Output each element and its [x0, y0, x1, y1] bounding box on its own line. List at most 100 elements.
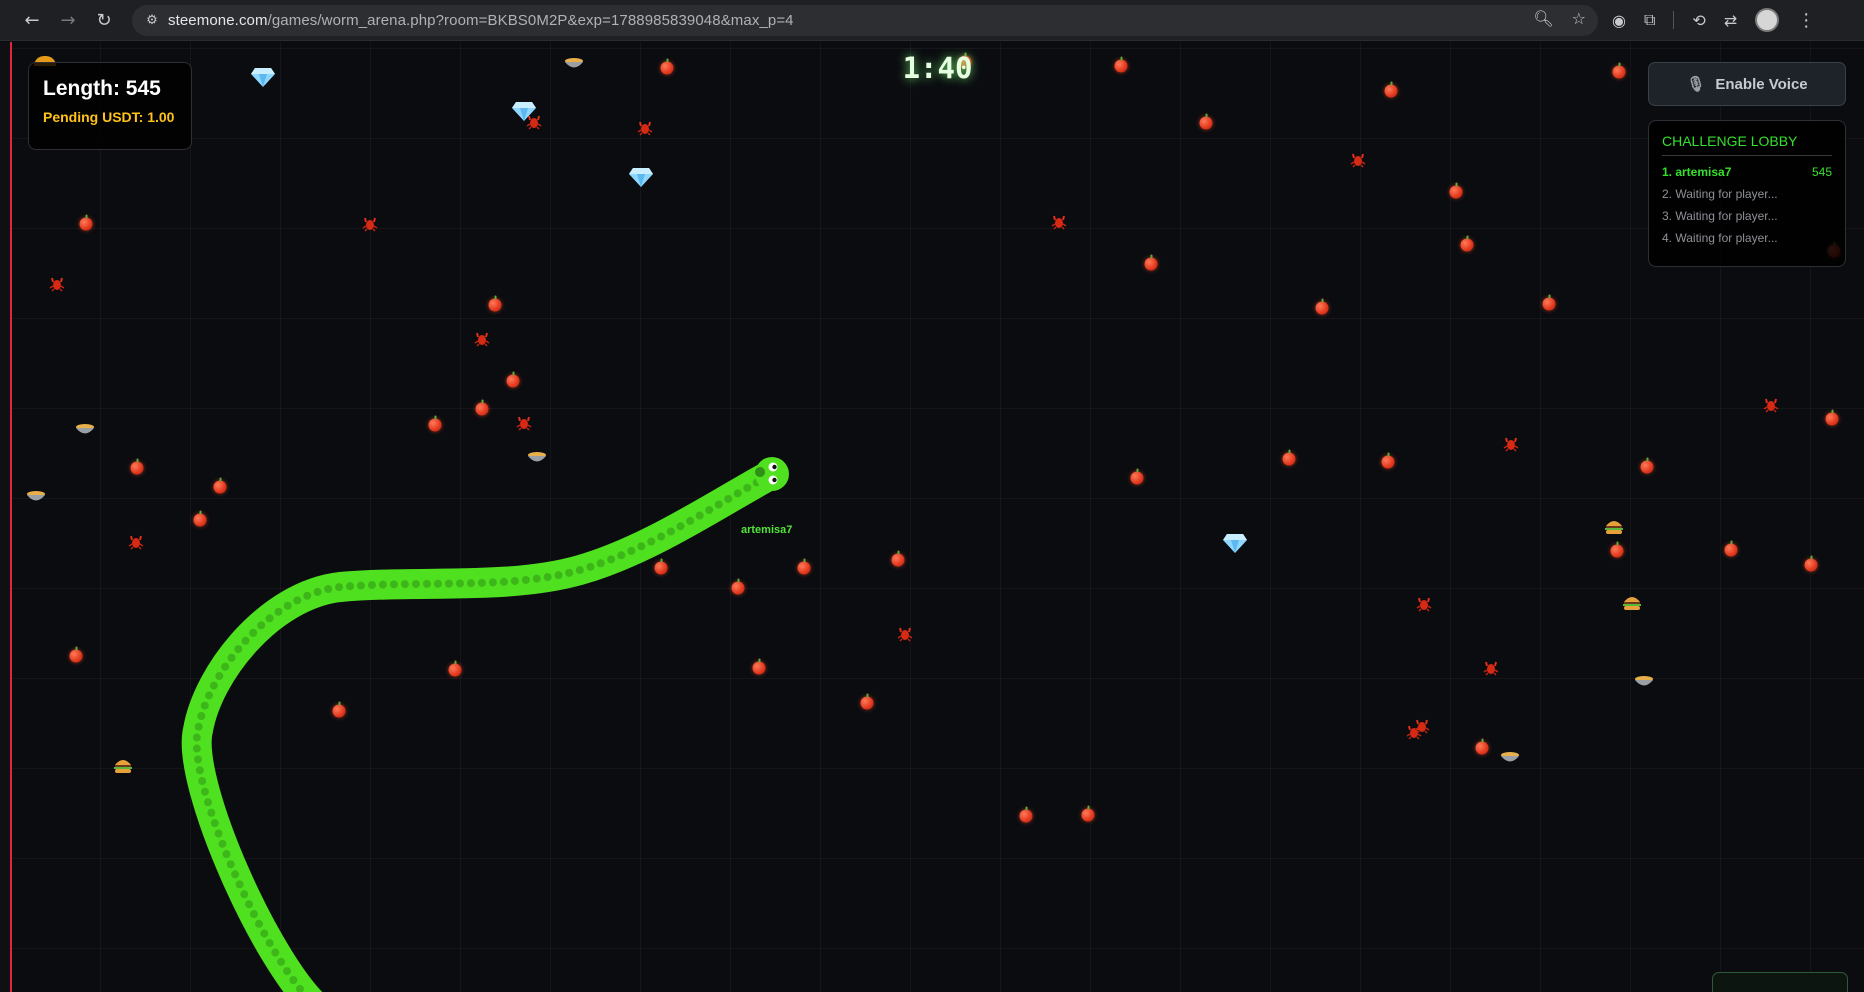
worm-segment	[293, 596, 302, 605]
worm-segment	[197, 712, 206, 721]
worm-segment	[198, 777, 207, 786]
worm-segment	[234, 645, 243, 654]
worm-segment	[676, 522, 685, 531]
enable-voice-label: Enable Voice	[1715, 75, 1808, 93]
worm-segment	[499, 577, 508, 586]
worm-pupil	[772, 464, 777, 470]
worm-segment	[466, 579, 475, 588]
worm-segment	[565, 568, 574, 577]
worm-segment	[255, 919, 264, 928]
worm-segment	[575, 566, 584, 575]
worm-segment	[235, 880, 244, 889]
worm-segment	[488, 578, 497, 587]
worm-segment	[192, 744, 201, 753]
worm-segment	[647, 537, 656, 546]
corner-control-button[interactable]	[1712, 972, 1848, 992]
lobby-player-score: 545	[1811, 165, 1832, 179]
worm-segment	[389, 580, 398, 589]
worm-segment	[378, 580, 387, 589]
extension-icon[interactable]: ◉	[1612, 11, 1626, 30]
worm-segment	[193, 755, 202, 764]
worm-segment	[532, 574, 541, 583]
enable-voice-button[interactable]: 🎙︎ Enable Voice	[1648, 62, 1846, 106]
worm-segment	[194, 722, 203, 731]
worm-segment	[283, 601, 292, 610]
bookmark-star-icon[interactable]: ☆	[1572, 9, 1586, 28]
worm-segment	[209, 681, 218, 690]
history-icon[interactable]: ⟲	[1692, 11, 1705, 30]
worm-segment	[554, 571, 563, 580]
lobby-title: CHALLENGE LOBBY	[1662, 133, 1832, 156]
worm-segment	[265, 614, 274, 623]
worm-segment	[241, 636, 250, 645]
match-timer: 1:40	[902, 51, 973, 85]
challenge-lobby-panel: CHALLENGE LOBBY 1. artemisa7 545 2. Wait…	[1648, 120, 1846, 267]
worm-segment	[345, 582, 354, 591]
worm-segment	[271, 948, 280, 957]
player-worm	[181, 457, 789, 992]
worm-segment	[226, 860, 235, 869]
worm-segment	[724, 494, 733, 503]
worm-segment	[245, 900, 254, 909]
worm-segment	[733, 489, 742, 498]
worm-segment	[586, 562, 595, 571]
menu-kebab-icon[interactable]: ⋮	[1797, 10, 1815, 31]
worm-segment	[714, 500, 723, 509]
worm-pupil	[772, 477, 777, 483]
pending-usdt-label: Pending USDT: 1.00	[43, 109, 175, 125]
worm-body	[181, 459, 787, 992]
worm-segment	[666, 527, 675, 536]
worm-segment	[543, 573, 552, 582]
site-settings-icon[interactable]: ⚙	[142, 11, 162, 31]
stats-panel: Length: 545 Pending USDT: 1.00	[28, 62, 192, 150]
worm-segment	[617, 551, 626, 560]
puzzle-extensions-icon[interactable]: ⧉	[1644, 10, 1655, 30]
worm-segment	[627, 546, 636, 555]
forward-icon[interactable]: →	[56, 8, 80, 32]
toolbar-divider	[1673, 11, 1675, 29]
worm-segment	[686, 516, 695, 525]
zoom-icon[interactable]: 🔍︎	[1533, 9, 1553, 28]
lobby-player-row: 1. artemisa7 545	[1662, 165, 1832, 181]
worm-segment	[214, 829, 223, 838]
worm-segment	[277, 957, 286, 966]
worm-segment	[231, 870, 240, 879]
worm-segment	[477, 578, 486, 587]
translate-icon[interactable]: ⇄	[1724, 11, 1737, 30]
address-bar[interactable]: ⚙ steemone.com/games/worm_arena.php?room…	[132, 5, 1598, 36]
worm-segment	[324, 585, 333, 594]
worm-segment	[205, 691, 214, 700]
worm-segment	[444, 579, 453, 588]
reload-icon[interactable]: ↻	[92, 8, 116, 32]
worm-segment	[521, 575, 530, 584]
lobby-player-name: 3. Waiting for player...	[1662, 209, 1778, 223]
worm-segment	[422, 579, 431, 588]
worm-segment	[743, 483, 752, 492]
worm-segment	[203, 798, 212, 807]
lobby-player-name: 1. artemisa7	[1662, 165, 1732, 179]
profile-avatar[interactable]	[1755, 8, 1780, 32]
worm-segment	[657, 532, 666, 541]
worm-segment	[195, 766, 204, 775]
url-text[interactable]: steemone.com/games/worm_arena.php?room=B…	[168, 12, 794, 29]
worm-segment	[289, 976, 298, 985]
worm-segment	[200, 701, 209, 710]
worm-segment	[433, 579, 442, 588]
lobby-player-row: 2. Waiting for player...	[1662, 187, 1832, 203]
browser-toolbar: ← → ↻ ⚙ steemone.com/games/worm_arena.ph…	[0, 0, 1864, 41]
worm-segment	[313, 587, 322, 596]
worm-segment	[215, 671, 224, 680]
worm-segment	[303, 591, 312, 600]
worm-segment	[207, 808, 216, 817]
worm-segment	[455, 579, 464, 588]
worm-head-spot	[755, 467, 765, 477]
worm-segment	[367, 581, 376, 590]
game-canvas[interactable]: artemisa7 Length: 545 Pending USDT: 1.00…	[0, 42, 1864, 992]
worm-segment	[705, 506, 714, 515]
lobby-player-row: 4. Waiting for player...	[1662, 231, 1832, 247]
back-icon[interactable]: ←	[20, 8, 44, 32]
worm-segment	[274, 607, 283, 616]
worm-segment	[240, 890, 249, 899]
lobby-player-row: 3. Waiting for player...	[1662, 209, 1832, 225]
microphone-off-icon: 🎙︎	[1686, 75, 1706, 93]
